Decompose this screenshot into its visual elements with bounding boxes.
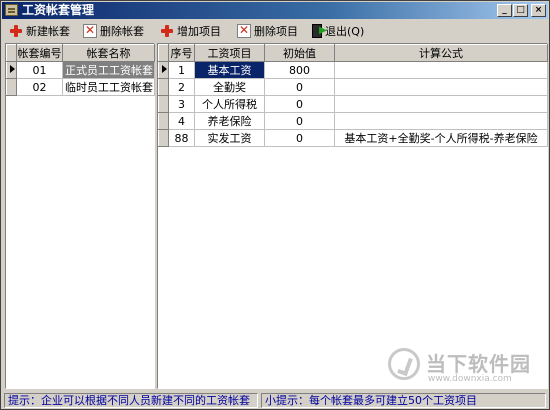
close-button[interactable]: × (531, 4, 546, 17)
item-name-cell[interactable]: 全勤奖 (194, 78, 265, 96)
add-item-label: 增加项目 (177, 25, 221, 38)
item-init-cell[interactable]: 0 (264, 112, 335, 130)
item-init-cell[interactable]: 0 (264, 78, 335, 96)
ledger-row[interactable]: 01 正式员工工资帐套 (6, 61, 155, 79)
salary-item-grid[interactable]: 序号 工资项目 初始值 计算公式 1 基本工资 800 2 全勤奖 0 3 个人… (157, 43, 548, 389)
title-bar: 工资帐套管理 _ □ × (2, 2, 548, 19)
ledger-id-cell[interactable]: 02 (16, 78, 63, 96)
status-tip: 小提示：每个帐套最多可建立50个工资项目 (261, 393, 546, 408)
ledger-row[interactable]: 02 临时员工工资帐套 (6, 78, 155, 96)
main-window: 工资帐套管理 _ □ × 新建帐套 删除帐套 增加项目 删除项目 退出(Q) (0, 0, 550, 410)
minimize-button[interactable]: _ (497, 4, 512, 17)
item-name-cell[interactable]: 养老保险 (194, 112, 265, 130)
column-header-no[interactable]: 序号 (168, 44, 195, 62)
status-hint: 提示：企业可以根据不同人员新建不同的工资帐套 (4, 393, 258, 408)
item-init-cell[interactable]: 0 (264, 95, 335, 113)
toolbar: 新建帐套 删除帐套 增加项目 删除项目 退出(Q) (2, 20, 548, 42)
item-no-cell[interactable]: 2 (168, 78, 195, 96)
exit-label: 退出(Q) (325, 25, 365, 38)
delete-icon (237, 23, 251, 38)
row-indicator[interactable] (158, 95, 169, 113)
item-name-cell[interactable]: 基本工资 (194, 61, 265, 79)
item-no-cell[interactable]: 88 (168, 129, 195, 147)
column-header-formula[interactable]: 计算公式 (334, 44, 548, 62)
exit-button[interactable]: 退出(Q) (312, 22, 364, 40)
row-indicator[interactable] (158, 78, 169, 96)
row-indicator-header (158, 44, 169, 62)
item-header-row: 序号 工资项目 初始值 计算公式 (158, 44, 548, 62)
salary-item-table: 序号 工资项目 初始值 计算公式 1 基本工资 800 2 全勤奖 0 3 个人… (158, 44, 548, 147)
plus-icon (160, 24, 174, 38)
item-formula-cell[interactable] (334, 112, 548, 130)
item-no-cell[interactable]: 3 (168, 95, 195, 113)
column-header-initial-value[interactable]: 初始值 (264, 44, 335, 62)
exit-door-icon (312, 24, 327, 38)
column-header-ledger-name[interactable]: 帐套名称 (62, 44, 155, 62)
item-formula-cell[interactable] (334, 61, 548, 79)
ledger-table: 帐套编号 帐套名称 01 正式员工工资帐套 02 临时员工工资帐套 (6, 44, 155, 96)
new-ledger-label: 新建帐套 (26, 25, 70, 38)
maximize-button[interactable]: □ (513, 4, 528, 17)
delete-item-button[interactable]: 删除项目 (237, 22, 298, 40)
item-row[interactable]: 3 个人所得税 0 (158, 95, 548, 113)
ledger-name-cell[interactable]: 临时员工工资帐套 (62, 78, 155, 96)
watermark-logo-icon (388, 348, 420, 380)
watermark-url: www.downxia.com (428, 374, 512, 384)
ledger-grid[interactable]: 帐套编号 帐套名称 01 正式员工工资帐套 02 临时员工工资帐套 (5, 43, 155, 389)
item-row[interactable]: 88 实发工资 0 基本工资+全勤奖-个人所得税-养老保险 (158, 129, 548, 147)
item-name-cell[interactable]: 实发工资 (194, 129, 265, 147)
new-ledger-button[interactable]: 新建帐套 (9, 22, 70, 40)
ledger-header-row: 帐套编号 帐套名称 (6, 44, 155, 62)
item-no-cell[interactable]: 1 (168, 61, 195, 79)
add-item-button[interactable]: 增加项目 (160, 22, 221, 40)
row-indicator[interactable] (158, 61, 169, 79)
item-row[interactable]: 1 基本工资 800 (158, 61, 548, 79)
watermark: 当下软件园 www.downxia.com (388, 346, 538, 390)
row-indicator-header (6, 44, 17, 62)
item-row[interactable]: 2 全勤奖 0 (158, 78, 548, 96)
row-indicator[interactable] (158, 112, 169, 130)
window-title: 工资帐套管理 (22, 3, 95, 17)
app-icon (5, 4, 18, 16)
item-init-cell[interactable]: 800 (264, 61, 335, 79)
item-row[interactable]: 4 养老保险 0 (158, 112, 548, 130)
column-header-ledger-id[interactable]: 帐套编号 (16, 44, 63, 62)
column-header-item-name[interactable]: 工资项目 (194, 44, 265, 62)
item-formula-cell[interactable] (334, 78, 548, 96)
watermark-name: 当下软件园 (426, 352, 531, 376)
ledger-name-cell[interactable]: 正式员工工资帐套 (62, 61, 155, 79)
delete-ledger-button[interactable]: 删除帐套 (83, 22, 144, 40)
status-bar: 提示：企业可以根据不同人员新建不同的工资帐套 小提示：每个帐套最多可建立50个工… (2, 392, 548, 409)
item-formula-cell[interactable]: 基本工资+全勤奖-个人所得税-养老保险 (334, 129, 548, 147)
delete-ledger-label: 删除帐套 (100, 25, 144, 38)
row-indicator[interactable] (6, 78, 17, 96)
delete-icon (83, 23, 97, 38)
ledger-id-cell[interactable]: 01 (16, 61, 63, 79)
item-name-cell[interactable]: 个人所得税 (194, 95, 265, 113)
item-init-cell[interactable]: 0 (264, 129, 335, 147)
delete-item-label: 删除项目 (254, 25, 298, 38)
plus-icon (9, 24, 23, 38)
item-formula-cell[interactable] (334, 95, 548, 113)
row-indicator[interactable] (6, 61, 17, 79)
item-no-cell[interactable]: 4 (168, 112, 195, 130)
row-indicator[interactable] (158, 129, 169, 147)
